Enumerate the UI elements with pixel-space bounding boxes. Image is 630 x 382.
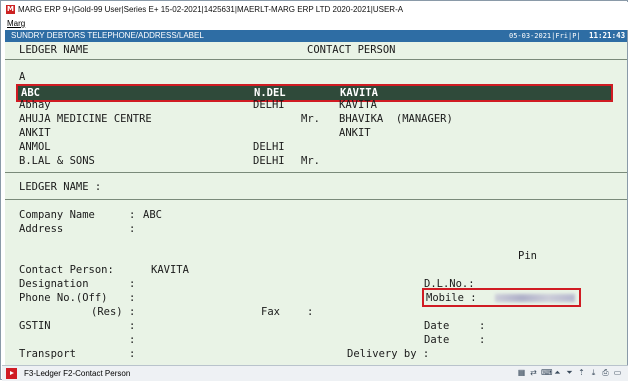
place-cell: DELHI [253,155,285,167]
move-down-icon[interactable]: ⏷ [565,368,574,377]
window-title: MARG ERP 9+|Gold-99 User|Series E+ 15-02… [18,5,404,14]
column-header-ledger-name: LEDGER NAME [19,44,89,56]
contact-cell: KAVITA [340,87,378,99]
marg-logo-icon: M [6,5,15,14]
ledger-name-search-label[interactable]: LEDGER NAME : [19,181,101,193]
table-row-selected[interactable]: ABC N.DEL KAVITA [16,84,613,102]
address-label: Address [19,223,64,235]
main-panel: LEDGER NAME CONTACT PERSON A ABC N.DEL K… [5,42,627,365]
company-name-value: ABC [143,209,162,221]
print-icon[interactable]: ⎙ [601,368,610,377]
colon: : [129,292,136,304]
place-cell: DELHI [253,141,285,153]
toolbar-icons: ▦ ⇄ ⌨ ⏶ ⏷ ⇡ ⤓ ⎙ ▭ [517,368,622,377]
download-icon[interactable]: ⤓ [589,368,598,377]
contact-person-value: KAVITA [151,264,189,276]
place-cell: DELHI [253,99,285,111]
group-letter: A [19,71,26,83]
screen-header: SUNDRY DEBTORS TELEPHONE/ADDRESS/LABEL 0… [5,30,627,42]
dock-icon[interactable]: ▭ [613,368,622,377]
shortcut-hints: F3-Ledger F2-Contact Person [24,369,131,378]
contact-cell: BHAVIKA (MANAGER) [339,113,453,125]
colon: : [479,320,486,332]
colon: : [129,278,136,290]
colon: : [129,306,136,318]
colon: : [129,320,136,332]
date-label: Date [424,334,450,346]
contact-person-label: Contact Person: [19,264,114,276]
date-label: Date [424,320,450,332]
ledger-name-cell: AHUJA MEDICINE CENTRE [19,113,152,125]
contact-cell: KAVITA [339,99,377,111]
colon: : [307,306,314,318]
colon: : [129,348,136,360]
divider [5,172,627,173]
keyboard-icon[interactable]: ⌨ [541,368,553,377]
colon: : [479,334,486,346]
title-cell: Mr. [301,113,320,125]
title-cell: Mr. [301,155,320,167]
header-date: 05-03-2021|Fri|P| [509,32,581,40]
arrow-up-icon[interactable]: ⇡ [577,368,586,377]
transport-label: Transport [19,348,76,360]
colon: : [129,209,136,221]
gstin-label: GSTIN [19,320,51,332]
divider [5,59,627,60]
menu-bar: Marg [2,17,628,30]
colon: : [129,223,136,235]
move-up-icon[interactable]: ⏶ [553,368,562,377]
play-icon[interactable] [6,368,17,379]
title-bar: M MARG ERP 9+|Gold-99 User|Series E+ 15-… [2,2,628,17]
contact-cell: ANKIT [339,127,371,139]
header-time: 11:21:43 [589,31,626,40]
ledger-name-cell: ANMOL [19,141,51,153]
delivery-by-label: Delivery by : [347,348,430,360]
mobile-value-redacted [495,294,575,302]
company-name-label: Company Name [19,209,95,221]
status-bar: F3-Ledger F2-Contact Person ▦ ⇄ ⌨ ⏶ ⏷ ⇡ … [2,365,628,381]
place-cell: N.DEL [254,87,286,99]
fax-label: Fax [261,306,280,318]
calculator-icon[interactable]: ▦ [517,368,526,377]
screen-title: SUNDRY DEBTORS TELEPHONE/ADDRESS/LABEL [11,31,204,40]
mobile-field-highlight[interactable]: Mobile : [422,288,581,307]
colon: : [129,334,136,346]
phone-residence-label: (Res) [91,306,123,318]
ledger-name-cell: ANKIT [19,127,51,139]
phone-office-label: Phone No.(Off) [19,292,108,304]
menu-item-marg[interactable]: Marg [7,17,25,30]
column-header-contact-person: CONTACT PERSON [307,44,396,56]
mobile-label: Mobile : [426,292,477,304]
divider [5,199,627,200]
shuffle-icon[interactable]: ⇄ [529,368,538,377]
designation-label: Designation [19,278,89,290]
ledger-name-cell: Abhay [19,99,51,111]
app-window: M MARG ERP 9+|Gold-99 User|Series E+ 15-… [0,0,628,381]
ledger-name-cell: ABC [21,87,40,99]
pin-label: Pin [518,250,537,262]
ledger-name-cell: B.LAL & SONS [19,155,95,167]
